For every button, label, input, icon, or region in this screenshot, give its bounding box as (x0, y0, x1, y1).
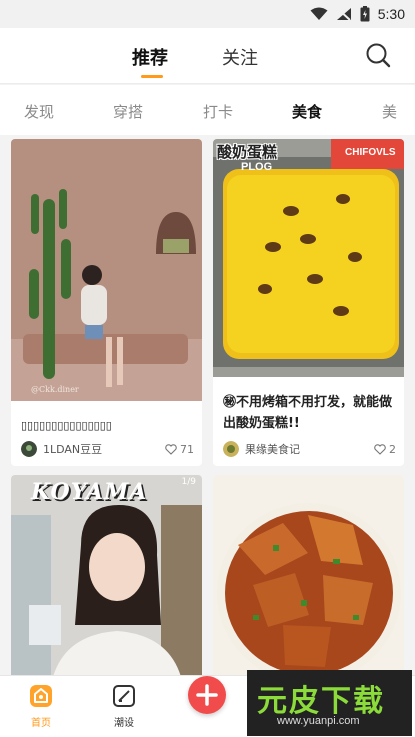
subtab-discover[interactable]: 发现 (24, 101, 54, 122)
image-text-main: KOYAMA (31, 479, 148, 505)
image-text-main: 酸奶蛋糕 (217, 143, 278, 161)
watermark-main: 元皮下载 (257, 684, 385, 719)
edit-icon (113, 685, 135, 707)
like-count[interactable]: 2 (374, 443, 396, 456)
nav-home[interactable]: 首页 (11, 684, 71, 729)
signal-icon (336, 8, 351, 21)
subtab-outfit[interactable]: 穿搭 (113, 101, 143, 122)
search-icon[interactable] (365, 42, 391, 68)
wifi-icon (310, 7, 328, 20)
card-image (11, 475, 202, 685)
avatar (223, 441, 239, 457)
battery-icon (360, 6, 370, 22)
nav-trend-label: 潮设 (114, 718, 134, 729)
image-page-indicator: 1/9 (181, 477, 196, 487)
card-image: @Ckk.diner (11, 139, 202, 401)
plus-icon (196, 684, 218, 706)
feed-card[interactable]: 酸奶蛋糕 PLOG CHIFOVLS ㊙不用烤箱不用打发，就能做出酸奶蛋糕!! … (213, 139, 404, 466)
home-icon (30, 685, 52, 707)
create-post-button[interactable] (188, 676, 226, 714)
card-image (213, 475, 404, 685)
subtab-food[interactable]: 美食 (292, 101, 322, 122)
feed-card[interactable]: @Ckk.diner ▯▯▯▯▯▯▯▯▯▯▯▯▯▯▯ 1LDAN豆豆 71 (11, 139, 202, 466)
nav-trend[interactable]: 潮设 (94, 684, 154, 729)
image-text-sub: PLOG (241, 161, 273, 173)
heart-icon (165, 443, 177, 455)
subtab-beauty[interactable]: 美 (382, 101, 397, 122)
card-author: 1LDAN豆豆 (43, 443, 103, 456)
nav-home-label: 首页 (31, 718, 51, 729)
subtab-checkin[interactable]: 打卡 (203, 101, 233, 122)
heart-icon (374, 443, 386, 455)
card-meta: 1LDAN豆豆 71 (21, 439, 194, 459)
card-image (213, 139, 404, 377)
card-author: 果缘美食记 (245, 443, 300, 456)
tab-recommend[interactable]: 推荐 (132, 44, 168, 70)
feed-card[interactable] (213, 475, 404, 685)
feed: @Ckk.diner ▯▯▯▯▯▯▯▯▯▯▯▯▯▯▯ 1LDAN豆豆 71 酸奶… (0, 136, 415, 685)
feed-card[interactable]: KOYAMA 1/9 (11, 475, 202, 685)
tab-follow[interactable]: 关注 (222, 44, 258, 70)
card-title: ㊙不用烤箱不用打发，就能做出酸奶蛋糕!! (223, 395, 393, 431)
category-tabs: 发现 穿搭 打卡 美食 美 (0, 85, 415, 135)
status-bar: 5:30 (0, 0, 415, 28)
status-time: 5:30 (377, 6, 405, 22)
like-count-value: 2 (389, 442, 396, 456)
image-text-corner: CHIFOVLS (345, 147, 396, 158)
like-count[interactable]: 71 (165, 443, 194, 456)
avatar (21, 441, 37, 457)
like-count-value: 71 (180, 442, 194, 456)
card-meta: 果缘美食记 2 (223, 439, 396, 459)
watermark: 元皮下载 www.yuanpi.com (247, 670, 412, 736)
watermark-url: www.yuanpi.com (277, 715, 360, 727)
tab-indicator (141, 75, 163, 78)
card-title: ▯▯▯▯▯▯▯▯▯▯▯▯▯▯▯ (21, 419, 112, 432)
svg-text:@Ckk.diner: @Ckk.diner (31, 385, 79, 394)
top-nav: 推荐 关注 (0, 28, 415, 84)
